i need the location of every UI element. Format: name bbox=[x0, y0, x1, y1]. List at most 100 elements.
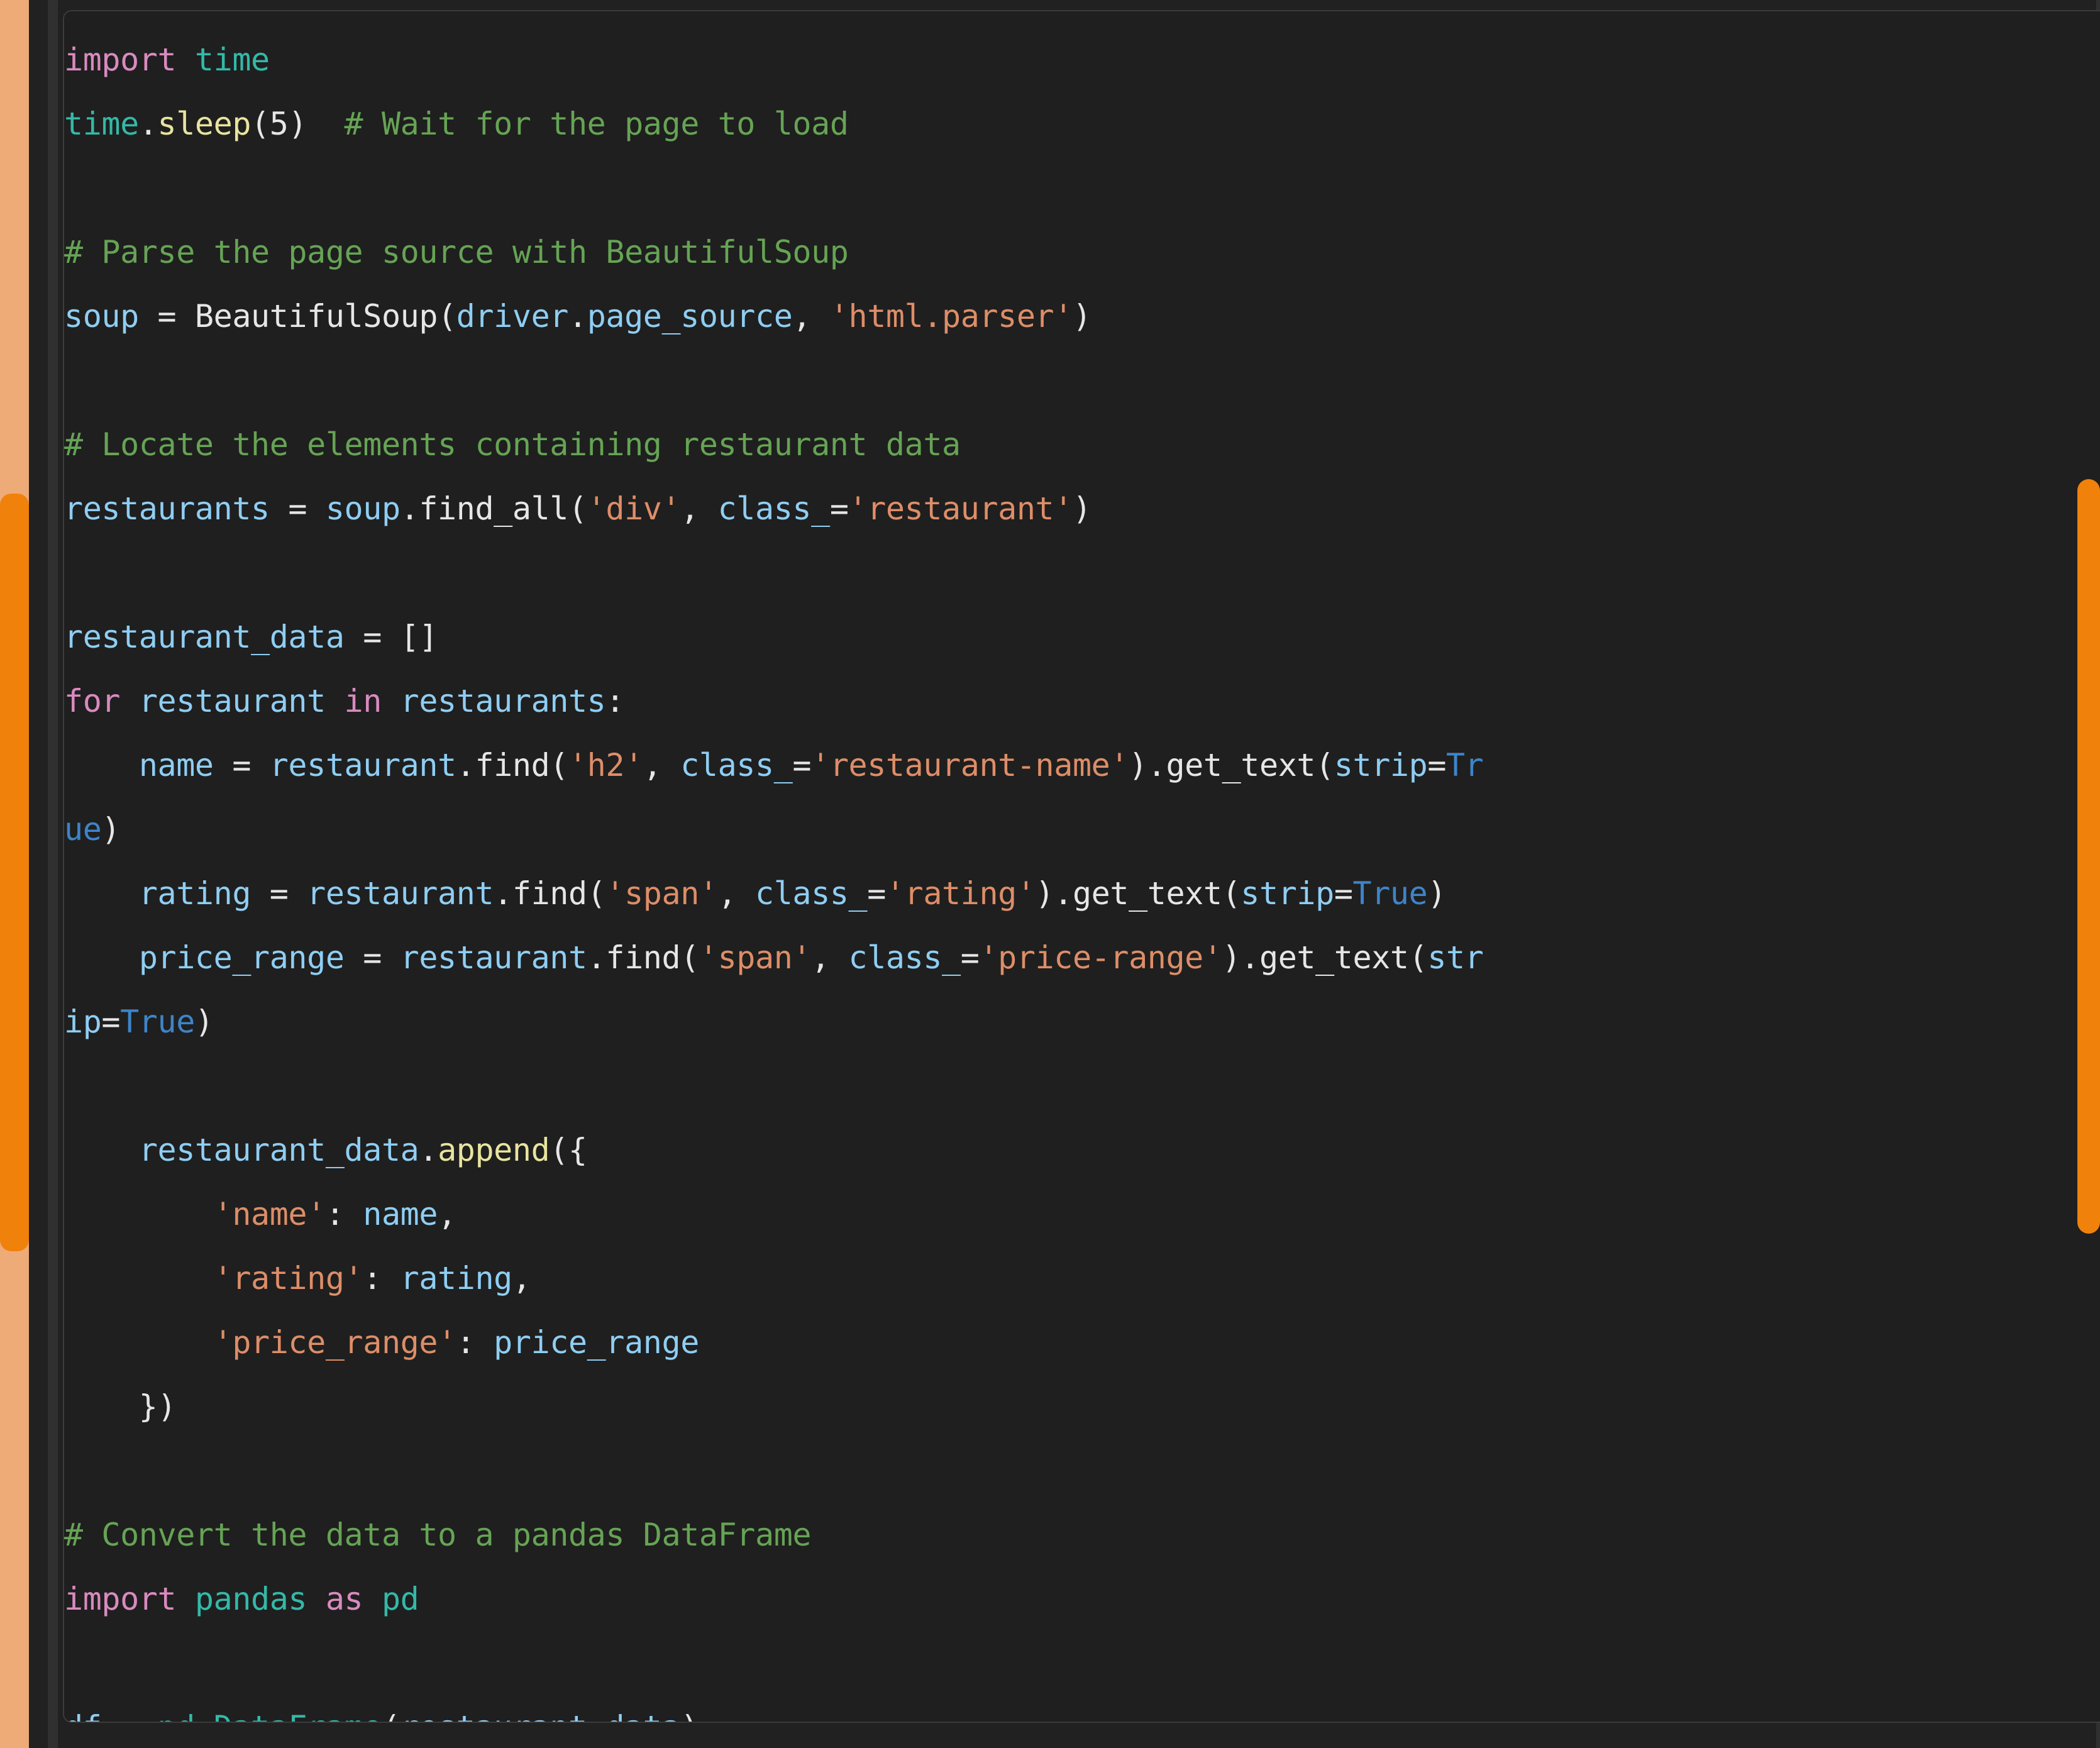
code-token-pun: = [] bbox=[344, 619, 438, 655]
code-token-pun: = bbox=[101, 1004, 121, 1040]
code-token-pun: , bbox=[792, 298, 830, 335]
code-token-str: 'restaurant-name' bbox=[811, 747, 1129, 783]
code-token-mod: DataFrame bbox=[214, 1709, 382, 1722]
code-token-str: 'h2' bbox=[568, 747, 643, 783]
code-token-bool: Tr bbox=[1446, 747, 1484, 783]
code-token-var: price_range bbox=[494, 1324, 699, 1361]
code-token-pun: get_text bbox=[1166, 747, 1316, 783]
code-token-var: soup bbox=[64, 298, 139, 335]
code-token-fn: sleep bbox=[157, 106, 251, 142]
code-token-pun bbox=[64, 1196, 214, 1232]
code-token-pun: . bbox=[400, 490, 419, 527]
code-token-cmt: # Convert the data to a pandas DataFrame bbox=[64, 1517, 812, 1553]
code-token-var: restaurant_data bbox=[64, 619, 345, 655]
code-token-pun: ). bbox=[1129, 747, 1166, 783]
code-token-pun: ( bbox=[438, 298, 456, 335]
code-token-pun bbox=[363, 1581, 382, 1617]
code-token-var: driver bbox=[456, 298, 569, 335]
code-line: for restaurant in restaurants: bbox=[64, 669, 2100, 733]
code-token-pun bbox=[64, 1132, 139, 1168]
code-line: time.sleep(5) # Wait for the page to loa… bbox=[64, 92, 2100, 156]
code-token-cmt: # Parse the page source with BeautifulSo… bbox=[64, 234, 849, 270]
code-token-str: 'span' bbox=[699, 939, 812, 976]
code-token-pun bbox=[176, 1581, 195, 1617]
code-token-pun: ) bbox=[194, 1004, 214, 1040]
code-token-pun: ( bbox=[1408, 939, 1428, 976]
code-token-pun bbox=[307, 1581, 326, 1617]
code-line: # Convert the data to a pandas DataFrame bbox=[64, 1503, 2100, 1567]
message-area: import time time.sleep(5) # Wait for the … bbox=[29, 0, 2100, 1748]
code-token-pun: = bbox=[792, 747, 812, 783]
code-token-pun: ( bbox=[251, 106, 270, 142]
code-token-pun: ( bbox=[1222, 875, 1241, 912]
code-line: price_range = restaurant.find('span', cl… bbox=[64, 926, 2100, 1054]
code-token-var: name bbox=[363, 1196, 438, 1232]
left-scrollbar-track[interactable] bbox=[48, 0, 58, 1748]
code-line: import time bbox=[64, 28, 2100, 92]
code-token-pun bbox=[382, 683, 401, 719]
code-line: 'price_range': price_range bbox=[64, 1310, 2100, 1375]
code-token-var: rating bbox=[138, 875, 251, 912]
code-token-pun bbox=[326, 683, 345, 719]
code-token-pun: = bbox=[213, 747, 270, 783]
code-token-pun: ( bbox=[382, 1709, 401, 1722]
code-token-pun: 5 bbox=[269, 106, 289, 142]
code-token-pun: , bbox=[438, 1196, 456, 1232]
code-token-pun: , bbox=[512, 1260, 531, 1297]
code-token-pun: , bbox=[680, 490, 718, 527]
code-line: restaurants = soup.find_all('div', class… bbox=[64, 477, 2100, 541]
code-token-pun: find bbox=[512, 875, 587, 912]
code-token-pun: = bbox=[867, 875, 886, 912]
code-token-pun: get_text bbox=[1072, 875, 1222, 912]
code-scroll-region[interactable]: import time time.sleep(5) # Wait for the … bbox=[64, 11, 2100, 1722]
code-token-pun: find bbox=[475, 747, 550, 783]
code-token-pun: . bbox=[138, 106, 158, 142]
code-token-bool: True bbox=[120, 1004, 195, 1040]
code-token-mod: pandas bbox=[194, 1581, 307, 1617]
code-token-mod: pd bbox=[158, 1709, 196, 1722]
code-token-pun: . bbox=[494, 875, 512, 912]
code-block[interactable]: import time time.sleep(5) # Wait for the … bbox=[63, 10, 2100, 1723]
code-line: soup = BeautifulSoup(driver.page_source,… bbox=[64, 284, 2100, 348]
code-token-pun: . bbox=[587, 939, 606, 976]
code-token-pun: = bbox=[101, 1709, 157, 1722]
code-token-var: strip bbox=[1334, 747, 1428, 783]
code-line: }) bbox=[64, 1375, 2100, 1439]
code-token-var: restaurant bbox=[307, 875, 494, 912]
code-token-var: name bbox=[138, 747, 214, 783]
code-token-var: restaurant bbox=[269, 747, 456, 783]
code-token-pun: , bbox=[643, 747, 681, 783]
code-token-pun: = bbox=[138, 298, 195, 335]
code-token-var: restaurant_data bbox=[401, 1709, 681, 1722]
code-token-kw: for bbox=[64, 683, 121, 719]
code-token-str: 'price_range' bbox=[213, 1324, 457, 1361]
code-line: restaurant_data.append({ bbox=[64, 1118, 2100, 1182]
code-token-pun: ) bbox=[1427, 875, 1447, 912]
vertical-scrollbar-thumb-left[interactable] bbox=[0, 494, 29, 1251]
code-token-pun bbox=[64, 1260, 214, 1297]
code-token-pun: ). bbox=[1222, 939, 1260, 976]
code-token-var: price_range bbox=[138, 939, 345, 976]
code-content: import time time.sleep(5) # Wait for the … bbox=[64, 28, 2100, 1722]
code-token-var: restaurants bbox=[400, 683, 606, 719]
code-token-var: class_ bbox=[680, 747, 793, 783]
vertical-scrollbar-thumb-right[interactable] bbox=[2077, 479, 2100, 1234]
code-token-str: 'div' bbox=[587, 490, 681, 527]
code-token-pun: = bbox=[1427, 747, 1447, 783]
code-token-str: 'span' bbox=[605, 875, 718, 912]
code-token-pun: ( bbox=[587, 875, 606, 912]
code-line: name = restaurant.find('h2', class_='res… bbox=[64, 733, 2100, 861]
code-token-pun: : bbox=[605, 683, 625, 719]
code-line: df = pd.DataFrame(restaurant_data) bbox=[64, 1695, 2100, 1722]
code-token-str: 'html.parser' bbox=[829, 298, 1073, 335]
code-token-pun: : bbox=[325, 1196, 363, 1232]
code-token-pun: ) bbox=[1072, 490, 1091, 527]
code-token-pun bbox=[64, 875, 139, 912]
code-line: # Parse the page source with BeautifulSo… bbox=[64, 220, 2100, 284]
code-token-pun: find_all bbox=[419, 490, 568, 527]
